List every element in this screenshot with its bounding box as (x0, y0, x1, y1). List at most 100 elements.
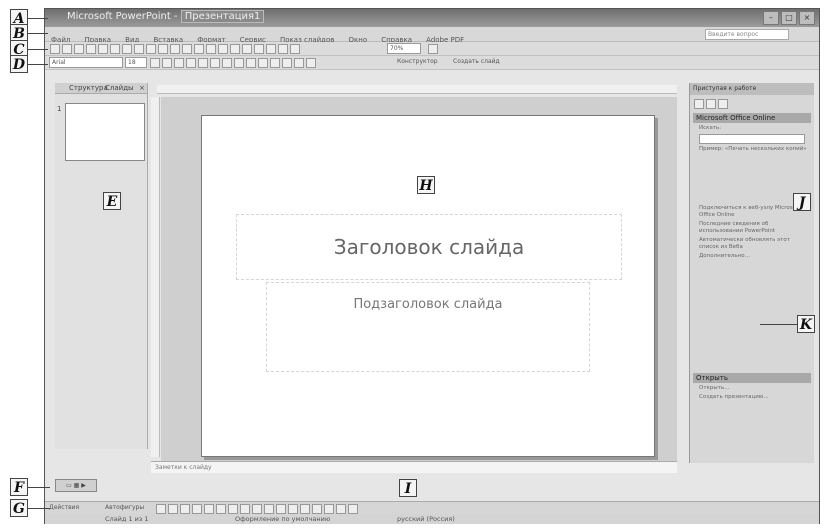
shadow-icon[interactable] (186, 58, 196, 68)
slide-subtitle-placeholder[interactable]: Подзаголовок слайда (266, 282, 590, 372)
grid-icon[interactable] (278, 44, 288, 54)
tables-borders-icon[interactable] (230, 44, 240, 54)
callout-g: G (10, 499, 28, 517)
actions-menu[interactable]: Действия (49, 504, 79, 511)
document-title: Презентация1 (180, 10, 265, 23)
print-icon[interactable] (98, 44, 108, 54)
view-buttons[interactable]: ▭ ▦ ▶ (55, 479, 97, 492)
task-pane-open-section: Открыть Открыть... Создать презентацию..… (693, 373, 811, 401)
undo-icon[interactable] (182, 44, 192, 54)
status-bar: Слайд 1 из 1 Оформление по умолчанию рус… (45, 514, 819, 524)
slide-title-placeholder[interactable]: Заголовок слайда (236, 214, 622, 280)
link-more[interactable]: Дополнительно... (699, 253, 809, 260)
cut-icon[interactable] (134, 44, 144, 54)
callout-f: F (10, 478, 28, 496)
notes-pane[interactable]: Заметки к слайду (151, 461, 677, 473)
line-style-icon[interactable] (300, 504, 310, 514)
slide-canvas[interactable]: Заголовок слайда Подзаголовок слайда (201, 115, 655, 457)
arrow-style-icon[interactable] (324, 504, 334, 514)
save-icon[interactable] (74, 44, 84, 54)
font-name-select[interactable]: Arial (49, 57, 123, 68)
3d-style-icon[interactable] (348, 504, 358, 514)
align-right-icon[interactable] (222, 58, 232, 68)
home-icon[interactable] (718, 99, 728, 109)
redo-icon[interactable] (194, 44, 204, 54)
pane-close-icon[interactable]: × (139, 84, 145, 92)
new-slide-button[interactable]: Создать слайд (453, 58, 500, 65)
help-search-input[interactable]: Введите вопрос (705, 29, 789, 40)
textbox-icon[interactable] (204, 504, 214, 514)
tab-outline[interactable]: Структура (69, 84, 108, 92)
help-icon[interactable] (428, 44, 438, 54)
open-icon[interactable] (62, 44, 72, 54)
link-latest-news[interactable]: Последние сведения об использовании Powe… (699, 221, 809, 235)
callout-e: E (103, 192, 121, 210)
link-auto-update[interactable]: Автоматически обновлять этот список из В… (699, 237, 809, 251)
tab-slides[interactable]: Слайды (105, 84, 134, 92)
bullets-icon[interactable] (246, 58, 256, 68)
hyperlink-icon[interactable] (242, 44, 252, 54)
font-color-icon[interactable] (306, 58, 316, 68)
design-button[interactable]: Конструктор (397, 58, 438, 65)
task-pane: Приступая к работе Microsoft Office Onli… (689, 83, 814, 463)
shadow-style-icon[interactable] (336, 504, 346, 514)
line-icon[interactable] (156, 504, 166, 514)
format-painter-icon[interactable] (170, 44, 180, 54)
task-pane-search-section: Microsoft Office Online Искать: Пример: … (693, 113, 811, 153)
status-design: Оформление по умолчанию (235, 515, 331, 523)
slide-thumbnail[interactable] (65, 103, 145, 161)
wordart-icon[interactable] (216, 504, 226, 514)
table-icon[interactable] (218, 44, 228, 54)
fill-color-icon[interactable] (264, 504, 274, 514)
underline-icon[interactable] (174, 58, 184, 68)
increase-indent-icon[interactable] (294, 58, 304, 68)
italic-icon[interactable] (162, 58, 172, 68)
arrow-icon[interactable] (168, 504, 178, 514)
task-search-input[interactable] (699, 134, 805, 144)
back-icon[interactable] (694, 99, 704, 109)
window-title: Microsoft PowerPoint - Презентация1 (67, 10, 265, 23)
maximize-button[interactable]: □ (781, 11, 797, 25)
link-new-presentation[interactable]: Создать презентацию... (699, 394, 809, 401)
font-color-draw-icon[interactable] (288, 504, 298, 514)
zoom-select[interactable]: 70% (387, 43, 421, 54)
font-size-select[interactable]: 18 (125, 57, 147, 68)
close-button[interactable]: × (799, 11, 815, 25)
picture-icon[interactable] (252, 504, 262, 514)
link-open-file[interactable]: Открыть... (699, 385, 809, 392)
expand-icon[interactable] (254, 44, 264, 54)
leader-b (28, 33, 48, 34)
new-icon[interactable] (50, 44, 60, 54)
window-controls: – □ × (763, 11, 815, 25)
color-grayscale-icon[interactable] (290, 44, 300, 54)
copy-icon[interactable] (146, 44, 156, 54)
print-preview-icon[interactable] (110, 44, 120, 54)
align-center-icon[interactable] (210, 58, 220, 68)
permission-icon[interactable] (86, 44, 96, 54)
forward-icon[interactable] (706, 99, 716, 109)
line-color-icon[interactable] (276, 504, 286, 514)
show-formatting-icon[interactable] (266, 44, 276, 54)
standard-toolbar: 70% (45, 42, 819, 56)
decrease-font-icon[interactable] (270, 58, 280, 68)
clipart-icon[interactable] (240, 504, 250, 514)
minimize-button[interactable]: – (763, 11, 779, 25)
dash-style-icon[interactable] (312, 504, 322, 514)
spelling-icon[interactable] (122, 44, 132, 54)
align-left-icon[interactable] (198, 58, 208, 68)
rectangle-icon[interactable] (180, 504, 190, 514)
oval-icon[interactable] (192, 504, 202, 514)
autoshapes-menu[interactable]: Автофигуры (105, 504, 144, 511)
formatting-toolbar: Arial 18 Конструктор Создать слайд (45, 56, 819, 70)
increase-font-icon[interactable] (258, 58, 268, 68)
status-slide: Слайд 1 из 1 (105, 515, 149, 523)
task-pane-nav (693, 97, 811, 109)
decrease-indent-icon[interactable] (282, 58, 292, 68)
open-section-header: Открыть (693, 373, 811, 383)
numbering-icon[interactable] (234, 58, 244, 68)
paste-icon[interactable] (158, 44, 168, 54)
chart-icon[interactable] (206, 44, 216, 54)
menu-bar: Файл Правка Вид Вставка Формат Сервис По… (45, 27, 819, 44)
diagram-icon[interactable] (228, 504, 238, 514)
bold-icon[interactable] (150, 58, 160, 68)
